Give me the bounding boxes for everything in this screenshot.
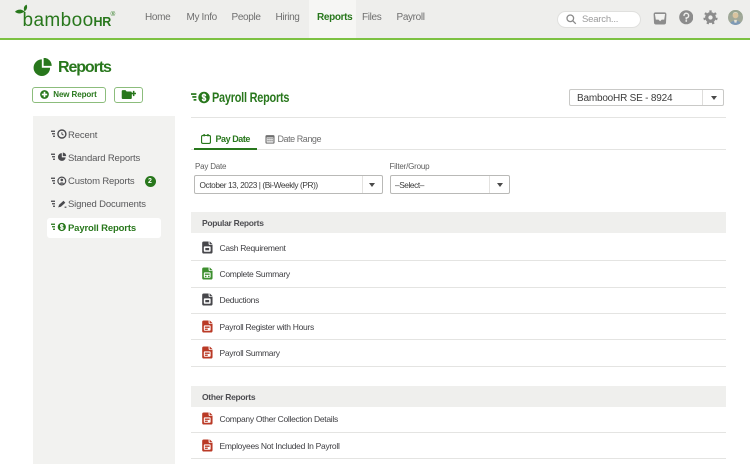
svg-text:bamboo: bamboo	[23, 10, 94, 31]
svg-text:HR: HR	[94, 15, 112, 29]
svg-text:®: ®	[111, 10, 116, 18]
